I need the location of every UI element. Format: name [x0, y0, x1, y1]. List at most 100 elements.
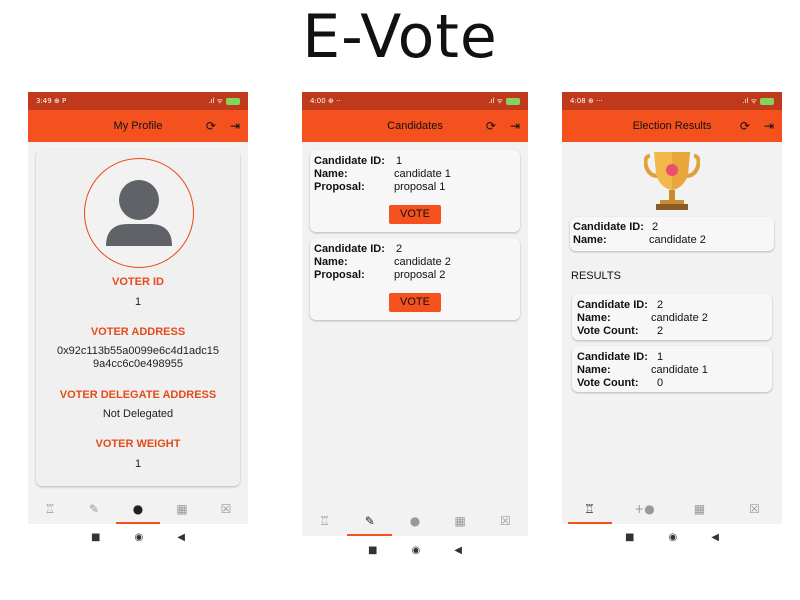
battery-icon	[226, 97, 240, 105]
status-bar: 4:08 ⊕ ··· .ıl ᯤ	[562, 92, 782, 110]
result-card: Candidate ID: 2 Name: candidate 2 Vote C…	[572, 294, 772, 340]
voter-id-value: 1	[134, 296, 142, 308]
home-button[interactable]: ◉	[412, 545, 421, 556]
candidate-card: Candidate ID: 2 Name: candidate 2 Propos…	[310, 238, 520, 320]
battery-icon	[506, 97, 520, 105]
voter-id-label: VOTER ID	[112, 276, 164, 288]
home-button[interactable]: ◉	[135, 532, 144, 543]
screen-title: Election Results	[632, 120, 712, 132]
page-title: E-Vote	[302, 2, 498, 72]
status-icons: ⊕ P	[53, 97, 67, 105]
app-bar: My Profile ⟳ ⇥	[28, 110, 248, 142]
voter-weight-value: 1	[134, 458, 142, 470]
status-time: 4:08	[570, 97, 586, 105]
bottom-nav: ♖ ✎ ● ▦ ☒	[28, 494, 248, 524]
candidate-id-label: Candidate ID:	[577, 351, 648, 363]
logout-icon[interactable]: ⇥	[230, 119, 240, 133]
avatar-icon	[106, 180, 172, 246]
result-name-value: candidate 2	[651, 312, 708, 324]
voter-weight-label: VOTER WEIGHT	[95, 438, 181, 450]
status-icons: ⊕ ···	[587, 97, 603, 105]
candidate-proposal-label: Proposal:	[314, 181, 365, 193]
profile-nav-icon[interactable]: ●	[116, 494, 160, 524]
vote-nav-icon[interactable]: ✎	[72, 494, 116, 524]
dashboard-nav-icon[interactable]: ▦	[678, 494, 722, 524]
signal-icon: .ıl ᯤ	[488, 96, 503, 105]
status-time: 4:00	[310, 97, 326, 105]
result-id-value: 1	[657, 351, 664, 363]
system-nav: ■ ◉ ◀	[302, 545, 528, 556]
results-nav-icon[interactable]: ♖	[302, 506, 347, 536]
status-time: 3:49	[36, 97, 52, 105]
signal-icon: .ıl ᯤ	[208, 96, 223, 105]
vote-count-label: Vote Count:	[577, 325, 639, 337]
candidate-name-value: candidate 2	[394, 256, 451, 268]
candidate-proposal-label: Proposal:	[314, 269, 365, 281]
profile-card: VOTER ID 1 VOTER ADDRESS 0x92c113b55a009…	[36, 150, 240, 486]
screen-title: Candidates	[387, 120, 443, 132]
candidate-id-label: Candidate ID:	[577, 299, 648, 311]
candidate-name-label: Name:	[314, 168, 348, 180]
winner-name-value: candidate 2	[649, 234, 706, 246]
delegate-address-value: Not Delegated	[102, 408, 174, 420]
candidate-id-label: Candidate ID:	[314, 243, 385, 255]
back-button[interactable]: ◀	[177, 532, 185, 543]
refresh-icon[interactable]: ⟳	[206, 119, 216, 133]
app-bar: Election Results ⟳ ⇥	[562, 110, 782, 142]
candidate-id-label: Candidate ID:	[314, 155, 385, 167]
home-button[interactable]: ◉	[669, 532, 678, 543]
recent-apps-button[interactable]: ■	[368, 545, 377, 556]
bottom-nav: ♖ ✎ ● ▦ ☒	[302, 506, 528, 536]
dashboard-nav-icon[interactable]: ▦	[160, 494, 204, 524]
vote-button[interactable]: VOTE	[389, 205, 441, 224]
ballot-nav-icon[interactable]: ☒	[483, 506, 528, 536]
results-nav-icon[interactable]: ♖	[567, 494, 612, 524]
candidate-name-label: Name:	[577, 312, 611, 324]
vote-nav-icon[interactable]: ✎	[347, 506, 393, 536]
candidate-id-value: 1	[396, 155, 403, 167]
candidate-name-label: Name:	[314, 256, 348, 268]
result-id-value: 2	[657, 299, 664, 311]
refresh-icon[interactable]: ⟳	[486, 119, 496, 133]
app-bar: Candidates ⟳ ⇥	[302, 110, 528, 142]
bottom-nav: ♖ +● ▦ ☒	[562, 494, 782, 524]
profile-screen: 3:49 ⊕ P .ıl ᯤ My Profile ⟳ ⇥ VOTER ID 1…	[28, 92, 248, 524]
result-count-value: 2	[657, 325, 664, 337]
trophy-icon	[644, 152, 700, 210]
vote-button[interactable]: VOTE	[389, 293, 441, 312]
vote-count-label: Vote Count:	[577, 377, 639, 389]
delegate-address-label: VOTER DELEGATE ADDRESS	[59, 389, 217, 401]
voter-address-line2: 9a4cc6c0e498955	[93, 358, 183, 370]
candidate-id-label: Candidate ID:	[573, 221, 644, 233]
battery-icon	[760, 97, 774, 105]
dashboard-nav-icon[interactable]: ▦	[438, 506, 483, 536]
voter-address-label: VOTER ADDRESS	[90, 326, 186, 338]
candidate-name-label: Name:	[577, 364, 611, 376]
avatar	[84, 158, 194, 268]
profile-nav-icon[interactable]: ●	[392, 506, 437, 536]
back-button[interactable]: ◀	[454, 545, 462, 556]
candidate-proposal-value: proposal 1	[394, 181, 446, 193]
recent-apps-button[interactable]: ■	[625, 532, 634, 543]
screen-title: My Profile	[113, 120, 163, 132]
system-nav: ■ ◉ ◀	[562, 532, 782, 543]
back-button[interactable]: ◀	[711, 532, 719, 543]
candidate-proposal-value: proposal 2	[394, 269, 446, 281]
status-bar: 4:00 ⊕ ·· .ıl ᯤ	[302, 92, 528, 110]
refresh-icon[interactable]: ⟳	[740, 119, 750, 133]
logout-icon[interactable]: ⇥	[764, 119, 774, 133]
candidate-id-value: 2	[396, 243, 403, 255]
result-card: Candidate ID: 1 Name: candidate 1 Vote C…	[572, 346, 772, 392]
ballot-nav-icon[interactable]: ☒	[204, 494, 248, 524]
logout-icon[interactable]: ⇥	[510, 119, 520, 133]
ballot-nav-icon[interactable]: ☒	[733, 494, 777, 524]
results-screen: 4:08 ⊕ ··· .ıl ᯤ Election Results ⟳ ⇥ Ca…	[562, 92, 782, 524]
results-heading: RESULTS	[571, 270, 621, 282]
candidate-name-value: candidate 1	[394, 168, 451, 180]
add-voter-nav-icon[interactable]: +●	[623, 494, 667, 524]
winner-id-value: 2	[652, 221, 659, 233]
recent-apps-button[interactable]: ■	[91, 532, 100, 543]
status-bar: 3:49 ⊕ P .ıl ᯤ	[28, 92, 248, 110]
results-nav-icon[interactable]: ♖	[28, 494, 72, 524]
candidate-card: Candidate ID: 1 Name: candidate 1 Propos…	[310, 150, 520, 232]
